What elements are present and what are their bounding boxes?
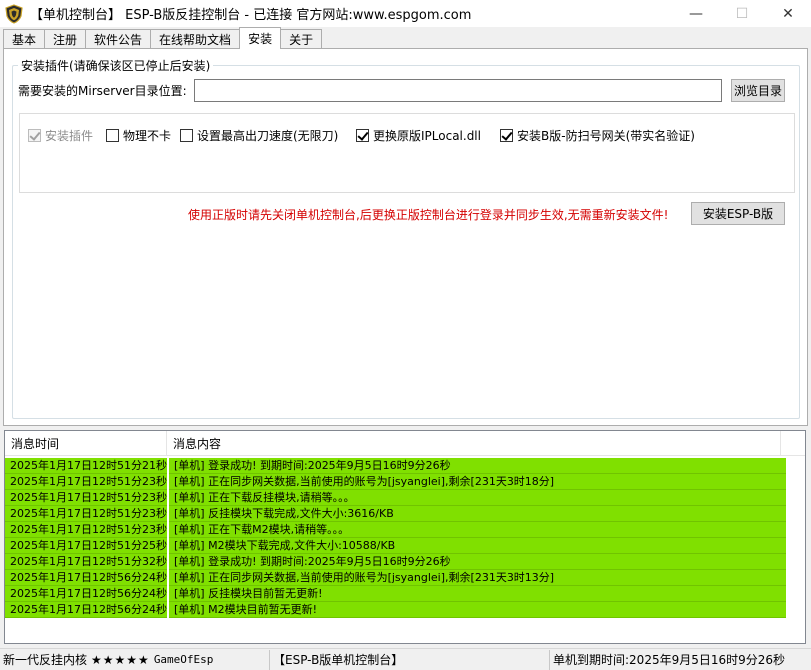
install-options-box: 安装插件 物理不卡 设置最高出刀速度(无限刀) 更换原版IPLocal.dll … <box>19 113 795 193</box>
tab-announcement[interactable]: 软件公告 <box>85 29 152 49</box>
title-bar: 【单机控制台】 ESP-B版反挂控制台 - 已连接 官方网站:www.espgo… <box>0 0 811 27</box>
tab-basic[interactable]: 基本 <box>3 29 46 49</box>
log-row-time: 2025年1月17日12时56分24秒 <box>5 570 167 586</box>
app-shield-icon <box>5 3 23 24</box>
minimize-button[interactable]: — <box>673 0 719 27</box>
log-col-msg-header[interactable]: 消息内容 <box>167 431 781 455</box>
log-row-message: [单机] 正在下载反挂模块,请稍等。。。 <box>169 490 786 506</box>
option-label: 更换原版IPLocal.dll <box>373 129 481 143</box>
option-label: 物理不卡 <box>123 129 172 143</box>
status-brand: GameOfEsp <box>153 653 214 666</box>
tab-online-help[interactable]: 在线帮助文档 <box>150 29 241 49</box>
anti-scan-gateway-checkbox[interactable] <box>500 129 513 142</box>
log-row-message: [单机] M2模块下载完成,文件大小:10588/KB <box>169 538 786 554</box>
option-anti-scan-gateway[interactable]: 安装B版-防扫号网关(带实名验证) <box>500 127 695 144</box>
log-rows: 2025年1月17日12时51分21秒 [单机] 登录成功! 到期时间:2025年… <box>5 458 805 618</box>
log-header: 消息时间 消息内容 <box>5 431 805 456</box>
log-row[interactable]: 2025年1月17日12时51分23秒 [单机] 反挂模块下载完成,文件大小:36… <box>5 506 805 522</box>
option-max-attack-speed[interactable]: 设置最高出刀速度(无限刀) <box>180 127 338 144</box>
log-row[interactable]: 2025年1月17日12时56分24秒 [单机] 反挂模块目前暂无更新! <box>5 586 805 602</box>
log-row[interactable]: 2025年1月17日12时51分23秒 [单机] 正在同步网关数据,当前使用的账号… <box>5 474 805 490</box>
tab-strip: 基本 注册 软件公告 在线帮助文档 安装 关于 <box>3 27 323 49</box>
option-physical-no-lag[interactable]: 物理不卡 <box>106 127 171 144</box>
option-install-plugin[interactable]: 安装插件 <box>28 127 93 144</box>
install-espb-button[interactable]: 安装ESP-B版 <box>691 202 785 225</box>
tab-register[interactable]: 注册 <box>44 29 87 49</box>
status-expiry: 单机到期时间:2025年9月5日16时9分26秒 <box>550 650 811 670</box>
log-row[interactable]: 2025年1月17日12时51分32秒 [单机] 登录成功! 到期时间:2025年… <box>5 554 805 570</box>
max-attack-speed-checkbox[interactable] <box>180 129 193 142</box>
status-bar: 新一代反挂内核 ★★★★★ GameOfEsp 【ESP-B版单机控制台】 单机… <box>0 648 811 670</box>
log-row-message: [单机] 正在同步网关数据,当前使用的账号为[jsyanglei],剩余[231… <box>169 474 786 490</box>
log-row-time: 2025年1月17日12时51分23秒 <box>5 506 167 522</box>
log-row-time: 2025年1月17日12时51分23秒 <box>5 522 167 538</box>
install-group-title: 安装插件(请确保该区已停止后安装) <box>18 57 214 74</box>
status-expiry-text: 单机到期时间:2025年9月5日16时9分26秒 <box>553 653 786 667</box>
log-row[interactable]: 2025年1月17日12时51分23秒 [单机] 正在下载M2模块,请稍等。。。 <box>5 522 805 538</box>
status-console-text: 【ESP-B版单机控制台】 <box>273 653 404 667</box>
physical-no-lag-checkbox[interactable] <box>106 129 119 142</box>
option-label: 安装B版-防扫号网关(带实名验证) <box>517 129 695 143</box>
log-row[interactable]: 2025年1月17日12时56分24秒 [单机] M2模块目前暂无更新! <box>5 602 805 618</box>
log-row-message: [单机] 反挂模块下载完成,文件大小:3616/KB <box>169 506 786 522</box>
log-row[interactable]: 2025年1月17日12时51分23秒 [单机] 正在下载反挂模块,请稍等。。。 <box>5 490 805 506</box>
log-row[interactable]: 2025年1月17日12时51分21秒 [单机] 登录成功! 到期时间:2025年… <box>5 458 805 474</box>
install-plugin-checkbox[interactable] <box>28 129 41 142</box>
rating-stars-icon: ★★★★★ <box>91 652 150 667</box>
status-console-name: 【ESP-B版单机控制台】 <box>270 649 550 670</box>
license-notice: 使用正版时请先关闭单机控制台,后更换正版控制台进行登录并同步生效,无需重新安装文… <box>188 208 669 222</box>
window-title: 【单机控制台】 ESP-B版反挂控制台 - 已连接 官方网站:www.espgo… <box>30 8 472 23</box>
log-row[interactable]: 2025年1月17日12时56分24秒 [单机] 正在同步网关数据,当前使用的账号… <box>5 570 805 586</box>
tab-about[interactable]: 关于 <box>280 29 323 49</box>
maximize-button[interactable]: ☐ <box>719 0 765 27</box>
log-col-time-header[interactable]: 消息时间 <box>5 431 167 455</box>
log-row-time: 2025年1月17日12时51分23秒 <box>5 474 167 490</box>
log-row-time: 2025年1月17日12时56分24秒 <box>5 586 167 602</box>
option-label: 安装插件 <box>45 129 94 143</box>
log-row-message: [单机] 正在同步网关数据,当前使用的账号为[jsyanglei],剩余[231… <box>169 570 786 586</box>
log-row-message: [单机] M2模块目前暂无更新! <box>169 602 786 618</box>
option-replace-iplocal[interactable]: 更换原版IPLocal.dll <box>356 127 481 144</box>
status-kernel-text: 新一代反挂内核 <box>3 653 88 667</box>
replace-iplocal-checkbox[interactable] <box>356 129 369 142</box>
log-row-time: 2025年1月17日12时51分23秒 <box>5 490 167 506</box>
status-kernel: 新一代反挂内核 ★★★★★ GameOfEsp <box>0 649 270 670</box>
mirserver-dir-input[interactable] <box>194 79 722 102</box>
mirserver-dir-label: 需要安装的Mirserver目录位置: <box>18 84 187 98</box>
log-row-time: 2025年1月17日12时51分25秒 <box>5 538 167 554</box>
tab-install[interactable]: 安装 <box>239 27 282 49</box>
close-button[interactable]: ✕ <box>765 0 811 27</box>
option-label: 设置最高出刀速度(无限刀) <box>197 129 339 143</box>
message-log-list[interactable]: 消息时间 消息内容 2025年1月17日12时51分21秒 [单机] 登录成功! … <box>4 430 806 644</box>
log-row-time: 2025年1月17日12时51分21秒 <box>5 458 167 474</box>
log-row-message: [单机] 登录成功! 到期时间:2025年9月5日16时9分26秒 <box>169 554 786 570</box>
log-row-time: 2025年1月17日12时51分32秒 <box>5 554 167 570</box>
log-row-time: 2025年1月17日12时56分24秒 <box>5 602 167 618</box>
install-tab-panel: 安装插件(请确保该区已停止后安装) 需要安装的Mirserver目录位置: 浏览… <box>3 48 808 426</box>
log-row[interactable]: 2025年1月17日12时51分25秒 [单机] M2模块下载完成,文件大小:10… <box>5 538 805 554</box>
browse-directory-button[interactable]: 浏览目录 <box>731 79 785 102</box>
log-row-message: [单机] 反挂模块目前暂无更新! <box>169 586 786 602</box>
log-row-message: [单机] 登录成功! 到期时间:2025年9月5日16时9分26秒 <box>169 458 786 474</box>
log-row-message: [单机] 正在下载M2模块,请稍等。。。 <box>169 522 786 538</box>
